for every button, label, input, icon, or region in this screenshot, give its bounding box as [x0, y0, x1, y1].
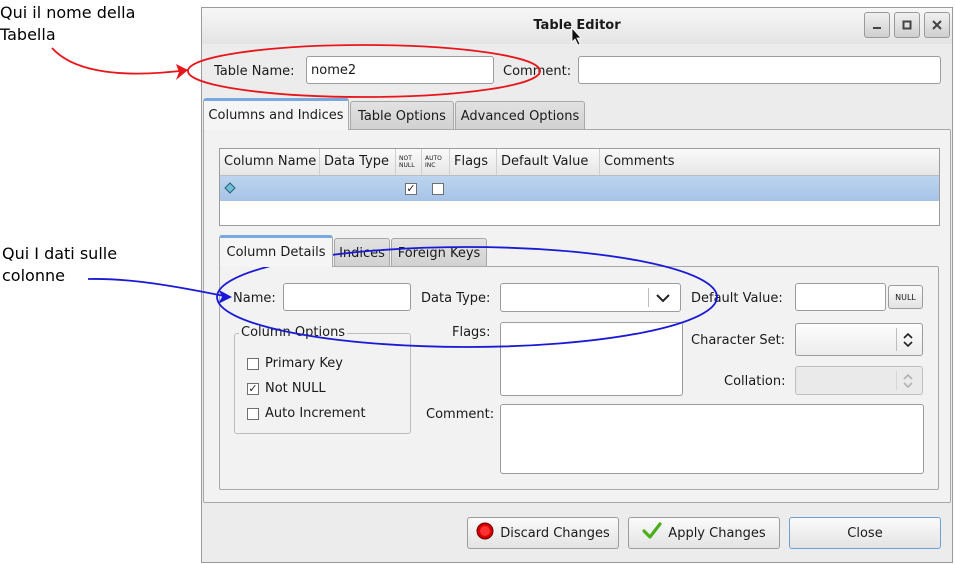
blue-arrow-head	[218, 290, 232, 304]
tab-label: Columns and Indices	[208, 108, 344, 123]
annotation-overlay	[51, 26, 718, 348]
red-highlight-ellipse	[187, 44, 541, 98]
tab-label: Column Details	[226, 245, 326, 260]
tab-column-details[interactable]: Column Details	[219, 235, 333, 267]
blue-arrow	[87, 278, 230, 298]
mouse-cursor-icon	[571, 26, 582, 46]
tab-columns-and-indices[interactable]: Columns and Indices	[203, 98, 349, 130]
red-arrow	[51, 47, 189, 75]
